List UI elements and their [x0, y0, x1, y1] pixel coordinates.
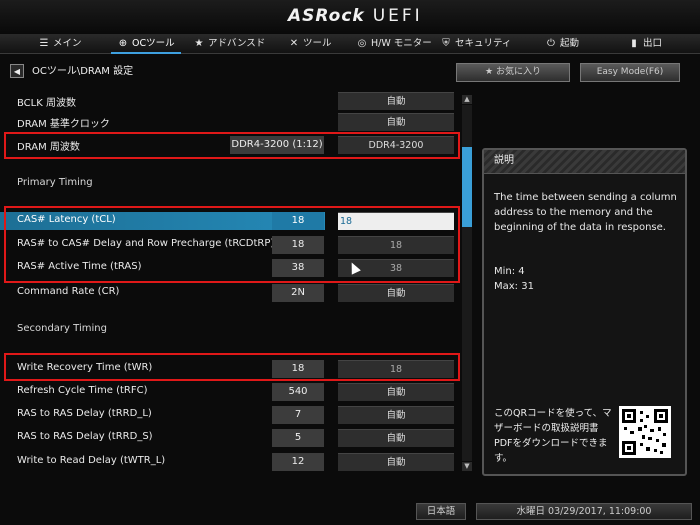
title-bar: ASRock UEFI [0, 0, 700, 34]
back-arrow-icon[interactable]: ◀ [10, 64, 24, 78]
setting-bclk-frequency[interactable]: BCLK 周波数 自動 [0, 92, 458, 110]
trrd-l-value[interactable]: 自動 [338, 406, 454, 424]
asrock-logo: ASRock UEFI [288, 6, 423, 26]
section-secondary-timing: Secondary Timing [17, 323, 107, 334]
qr-description: このQRコードを使って、マザーボードの取扱説明書PDFをダウンロードできます。 [494, 408, 612, 464]
shield-icon: ⛨ [442, 38, 450, 49]
tab-advanced[interactable]: ★ アドバンスド [193, 34, 266, 54]
favorites-button[interactable]: ★ お気に入り [456, 63, 570, 82]
uefi-label: UEFI [372, 6, 423, 26]
tab-main[interactable]: ☰ メイン [38, 34, 82, 54]
help-panel: 説明 The time between sending a column add… [482, 148, 687, 476]
tab-oc-tweaker[interactable]: ⊕ OCツール [111, 34, 181, 54]
trrd-s-current: 5 [272, 429, 324, 447]
qr-code-icon [619, 406, 671, 458]
brand-name: ASRock [288, 6, 365, 26]
setting-dram-reference-clock[interactable]: DRAM 基準クロック 自動 [0, 113, 458, 131]
section-primary-timing: Primary Timing [17, 177, 93, 188]
tab-exit[interactable]: ▮ 出口 [628, 34, 662, 54]
twtr-l-current: 12 [272, 453, 324, 471]
star-icon: ★ [485, 67, 494, 77]
scroll-up-icon[interactable]: ▲ [462, 95, 472, 104]
highlight-twr [4, 353, 460, 381]
twtr-l-value[interactable]: 自動 [338, 453, 454, 471]
bclk-value[interactable]: 自動 [338, 92, 454, 110]
easy-mode-button[interactable]: Easy Mode(F6) [580, 63, 680, 82]
help-min: Min: 4 [494, 266, 525, 277]
trfc-value[interactable]: 自動 [338, 383, 454, 401]
setting-trrd-l[interactable]: RAS to RAS Delay (tRRD_L) 7 自動 [0, 406, 458, 424]
tab-security[interactable]: ⛨ セキュリティ [440, 34, 511, 54]
breadcrumb: ◀ OCツール\DRAM 設定 [10, 63, 133, 81]
tab-hw-monitor[interactable]: ◎ H/W モニター [356, 34, 432, 54]
power-icon: ⏻ [547, 38, 555, 49]
star-icon: ★ [194, 38, 204, 49]
setting-command-rate[interactable]: Command Rate (CR) 2N 自動 [0, 284, 458, 302]
monitor-icon: ◎ [357, 38, 367, 49]
tools-icon: ✕ [289, 38, 299, 49]
scroll-down-icon[interactable]: ▼ [462, 462, 472, 471]
language-button[interactable]: 日本語 [416, 503, 466, 520]
main-menu: ☰ メイン ⊕ OCツール ★ アドバンスド ✕ ツール ◎ H/W モニター ⛨ セキュリ… [0, 34, 700, 54]
scrollbar-thumb[interactable] [462, 147, 472, 227]
breadcrumb-text: OCツール\DRAM 設定 [32, 66, 134, 77]
help-max: Max: 31 [494, 281, 534, 292]
tab-boot[interactable]: ⏻ 起動 [545, 34, 579, 54]
help-description: The time between sending a column addres… [494, 192, 677, 233]
help-title: 説明 [484, 150, 685, 174]
cr-current: 2N [272, 284, 324, 302]
setting-trrd-s[interactable]: RAS to RAS Delay (tRRD_S) 5 自動 [0, 429, 458, 447]
dram-ref-value[interactable]: 自動 [338, 113, 454, 131]
exit-icon: ▮ [631, 38, 637, 49]
datetime-display: 水曜日 03/29/2017, 11:09:00 [476, 503, 692, 520]
tab-tools[interactable]: ✕ ツール [288, 34, 332, 54]
list-icon: ☰ [39, 38, 49, 49]
trrd-l-current: 7 [272, 406, 324, 424]
setting-trfc[interactable]: Refresh Cycle Time (tRFC) 540 自動 [0, 383, 458, 401]
trfc-current: 540 [272, 383, 324, 401]
trrd-s-value[interactable]: 自動 [338, 429, 454, 447]
cr-value[interactable]: 自動 [338, 284, 454, 302]
highlight-dram-frequency [4, 132, 460, 159]
setting-twtr-l[interactable]: Write to Read Delay (tWTR_L) 12 自動 [0, 453, 458, 471]
oc-icon: ⊕ [118, 38, 128, 49]
highlight-primary-timings [4, 206, 460, 283]
